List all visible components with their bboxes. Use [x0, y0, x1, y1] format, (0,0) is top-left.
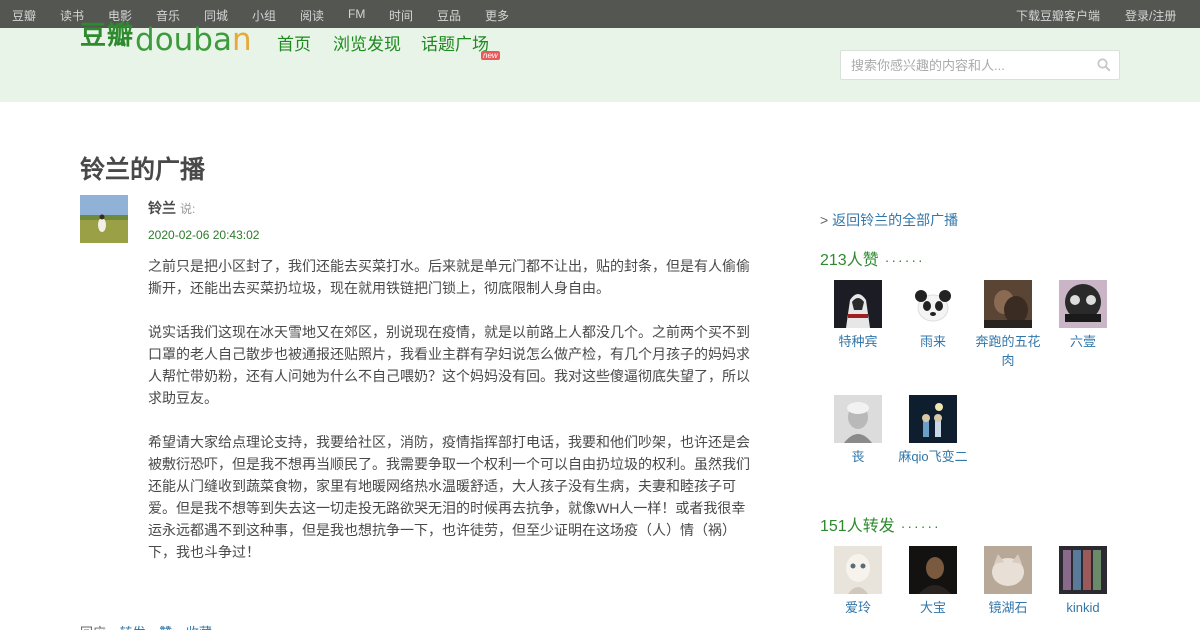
likes-count[interactable]: 213人赞 — [820, 252, 879, 269]
logo-en-text: douban — [135, 22, 252, 58]
user-name[interactable]: 奔跑的五花肉 — [970, 332, 1046, 370]
liker-item[interactable]: 特种宾 — [820, 280, 896, 351]
user-name[interactable]: 大宝 — [895, 598, 971, 617]
user-avatar[interactable] — [1059, 280, 1107, 328]
reply-label[interactable]: 回应 — [80, 625, 106, 630]
nav-topics[interactable]: 话题广场 — [421, 30, 489, 55]
post-paragraph: 说实话我们这现在冰天雪地又在郊区，别说现在疫情，就是以前路上人都没几个。之前两个… — [148, 324, 750, 406]
resharer-item[interactable]: 爱玲 — [820, 546, 896, 617]
topbar-link-read[interactable]: 阅读 — [300, 7, 324, 24]
user-name[interactable]: 丧 — [820, 447, 896, 466]
user-avatar[interactable] — [909, 546, 957, 594]
reshare-button[interactable]: 转发 — [120, 625, 146, 630]
liker-item[interactable]: 麻qio飞变二 — [895, 395, 971, 466]
search-icon[interactable] — [1097, 58, 1111, 72]
user-avatar[interactable] — [834, 280, 882, 328]
search-box — [840, 50, 1120, 80]
download-app-link[interactable]: 下载豆瓣客户端 — [1016, 7, 1100, 24]
author-says-label: 说: — [180, 202, 196, 216]
logo-en-text-b: n — [231, 22, 252, 58]
login-register-link[interactable]: 登录/注册 — [1125, 7, 1176, 24]
user-avatar[interactable] — [909, 395, 957, 443]
liker-item[interactable]: 奔跑的五花肉 — [970, 280, 1046, 370]
user-name[interactable]: 镜湖石 — [970, 598, 1046, 617]
liker-item[interactable]: 六壹 — [1045, 280, 1121, 351]
user-avatar[interactable] — [984, 546, 1032, 594]
user-avatar[interactable] — [1059, 546, 1107, 594]
liker-item[interactable]: 雨来 — [895, 280, 971, 351]
back-arrow-icon: > — [820, 212, 829, 228]
post-paragraph: 希望请大家给点理论支持，我要给社区，消防，疫情指挥部打电话，我要和他们吵架，也许… — [148, 434, 750, 560]
like-button[interactable]: 赞 — [159, 625, 172, 630]
user-avatar[interactable] — [834, 395, 882, 443]
user-name[interactable]: kinkid — [1045, 598, 1121, 617]
user-name[interactable]: 爱玲 — [820, 598, 896, 617]
author-avatar[interactable] — [80, 195, 128, 243]
douban-logo[interactable]: 豆瓣douban — [80, 20, 252, 58]
post-actions: 回应 转发 赞 收藏 — [80, 622, 212, 630]
page-title: 铃兰的广播 — [80, 156, 206, 184]
likes-more-link[interactable]: ······ — [885, 252, 925, 268]
back-to-all-statuses-link[interactable]: > 返回铃兰的全部广播 — [820, 210, 958, 230]
user-name[interactable]: 六壹 — [1045, 332, 1121, 351]
user-name[interactable]: 特种宾 — [820, 332, 896, 351]
user-name[interactable]: 麻qio飞变二 — [895, 447, 971, 466]
topbar-link-group[interactable]: 小组 — [252, 7, 276, 24]
user-avatar[interactable] — [984, 280, 1032, 328]
resharer-item[interactable]: kinkid — [1045, 546, 1121, 617]
reshares-more-link[interactable]: ······ — [901, 518, 941, 534]
logo-en-text-a: douba — [135, 22, 232, 58]
collect-button[interactable]: 收藏 — [186, 625, 212, 630]
author-name[interactable]: 铃兰 — [148, 198, 176, 218]
new-badge: new — [481, 51, 500, 60]
liker-item[interactable]: 丧 — [820, 395, 896, 466]
topbar-link-fm[interactable]: FM — [348, 7, 365, 21]
user-avatar[interactable] — [909, 280, 957, 328]
resharer-item[interactable]: 大宝 — [895, 546, 971, 617]
topbar-link-market[interactable]: 豆品 — [437, 7, 461, 24]
post-paragraph: 之前只是把小区封了，我们还能去买菜打水。后来就是单元门都不让出，贴的封条，但是有… — [148, 258, 750, 296]
post-timestamp[interactable]: 2020-02-06 20:43:02 — [148, 228, 259, 242]
reshares-section-title: 151人转发 ······ — [820, 512, 941, 536]
user-avatar[interactable] — [834, 546, 882, 594]
topbar-link-time[interactable]: 时间 — [389, 7, 413, 24]
nav-home[interactable]: 首页 — [277, 30, 311, 55]
back-link-label: 返回铃兰的全部广播 — [832, 212, 959, 228]
likes-section-title: 213人赞 ······ — [820, 246, 925, 270]
resharer-item[interactable]: 镜湖石 — [970, 546, 1046, 617]
topbar-link-more[interactable]: 更多 — [485, 7, 509, 24]
reshares-count[interactable]: 151人转发 — [820, 518, 895, 535]
post-content: 之前只是把小区封了，我们还能去买菜打水。后来就是单元门都不让出，贴的封条，但是有… — [148, 255, 758, 585]
search-input[interactable] — [841, 51, 1091, 79]
user-name[interactable]: 雨来 — [895, 332, 971, 351]
logo-cn-text: 豆瓣 — [80, 20, 135, 50]
topbar-link-douban[interactable]: 豆瓣 — [12, 7, 36, 24]
nav-explore[interactable]: 浏览发现 — [333, 30, 401, 55]
